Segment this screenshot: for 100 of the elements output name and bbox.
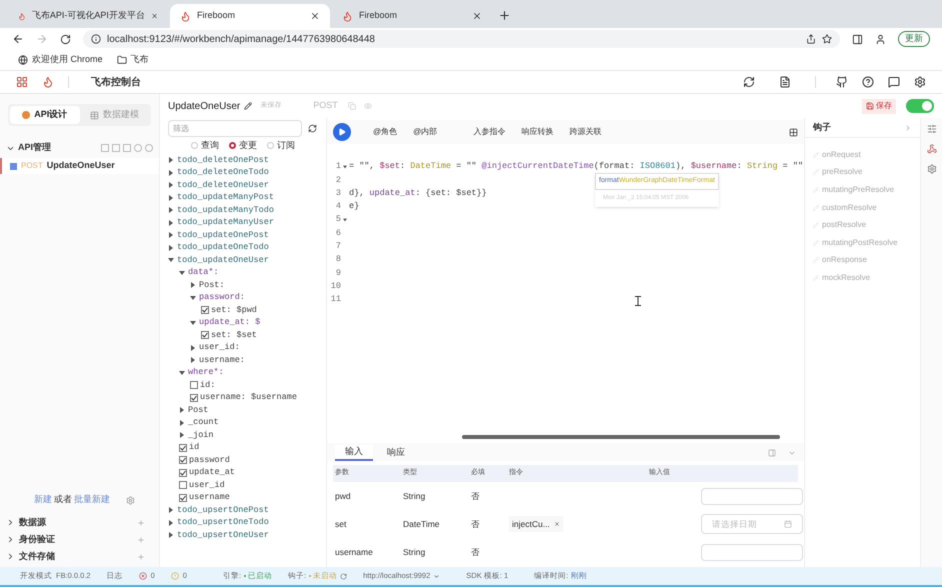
input-field[interactable] xyxy=(701,544,803,560)
panel-tab[interactable]: 响应 xyxy=(377,445,415,461)
checkbox[interactable] xyxy=(179,456,187,464)
tree-item[interactable]: user_id xyxy=(189,478,225,492)
tree-item[interactable]: password: xyxy=(199,291,245,304)
settings-icon[interactable] xyxy=(914,76,926,88)
caret-right-icon[interactable] xyxy=(168,207,174,214)
radio-option[interactable]: 订阅 xyxy=(267,138,295,152)
caret-right-icon[interactable] xyxy=(168,232,174,238)
checkbox[interactable] xyxy=(179,494,187,502)
help-icon[interactable] xyxy=(862,76,874,88)
close-icon[interactable] xyxy=(310,11,320,21)
back-icon[interactable] xyxy=(12,33,24,45)
toolbar-tab[interactable]: 跨源关联 xyxy=(561,126,610,138)
save-button[interactable]: 保存 xyxy=(862,98,896,114)
bookmark[interactable]: 欢迎使用 Chrome xyxy=(18,53,103,67)
tree-item[interactable]: todo_updateOneTodo xyxy=(177,241,269,254)
caret-down-icon[interactable] xyxy=(190,320,196,326)
checkbox[interactable] xyxy=(201,331,209,340)
tree-item[interactable]: todo_updateManyUser xyxy=(177,216,274,230)
browser-tab[interactable]: Fireboom xyxy=(170,4,330,28)
bookmark[interactable]: 飞布 xyxy=(116,53,149,67)
tree-item[interactable]: update_at xyxy=(189,466,235,480)
tree-item[interactable]: todo_updateOneUser xyxy=(177,254,269,267)
tree-item[interactable]: todo_deleteOneTodo xyxy=(177,166,269,180)
tree-item[interactable]: todo_updateManyTodo xyxy=(177,204,274,217)
update-button[interactable]: 更新 xyxy=(898,31,930,47)
tree-item[interactable]: password xyxy=(189,454,230,467)
caret-right-icon[interactable] xyxy=(168,157,174,164)
toolbar-tab[interactable]: 响应转换 xyxy=(513,126,562,138)
checkbox[interactable] xyxy=(179,481,187,490)
bookmark-star-icon[interactable] xyxy=(822,34,832,44)
caret-right-icon[interactable] xyxy=(179,432,185,438)
profile-icon[interactable] xyxy=(875,34,886,44)
caret-down-icon[interactable] xyxy=(179,270,185,276)
hook-icon[interactable] xyxy=(926,144,936,154)
chevron-right-icon[interactable] xyxy=(6,518,15,527)
panel-tab[interactable]: 输入 xyxy=(335,445,373,461)
close-icon[interactable] xyxy=(472,11,482,21)
tree-item[interactable]: _join xyxy=(188,428,214,442)
caret-right-icon[interactable] xyxy=(168,170,174,176)
tree-item[interactable]: id: xyxy=(200,378,216,392)
checkbox[interactable] xyxy=(201,306,209,314)
input-field[interactable] xyxy=(701,488,803,504)
tree-item[interactable]: todo_deleteOnePost xyxy=(177,154,269,167)
refresh-icon[interactable] xyxy=(743,76,755,88)
radio-option[interactable]: 变更 xyxy=(229,138,257,152)
caret-right-icon[interactable] xyxy=(168,194,174,201)
edit-icon[interactable] xyxy=(244,102,252,110)
directive-tag[interactable]: injectCu... xyxy=(509,516,563,532)
reload-icon[interactable] xyxy=(60,34,71,44)
checkbox[interactable] xyxy=(179,444,187,452)
tree-item[interactable]: data*: xyxy=(188,266,219,280)
restart-icon[interactable] xyxy=(340,572,348,580)
checkbox[interactable] xyxy=(179,468,187,477)
caret-right-icon[interactable] xyxy=(190,357,196,364)
side-panel-icon[interactable] xyxy=(852,34,863,44)
tree-item[interactable]: todo_upsertOneUser xyxy=(177,528,269,542)
fold-caret-icon[interactable] xyxy=(343,164,347,169)
toolbar-tab[interactable]: @角色 xyxy=(365,126,406,138)
tree-item[interactable]: where*: xyxy=(188,366,224,380)
caret-right-icon[interactable] xyxy=(168,182,174,188)
caret-right-icon[interactable] xyxy=(168,520,174,526)
tree-item[interactable]: id xyxy=(189,441,200,454)
tree-item[interactable]: username: $username xyxy=(200,391,297,404)
run-button[interactable] xyxy=(333,123,351,141)
caret-right-icon[interactable] xyxy=(190,282,196,288)
sidebar-tab[interactable]: API设计 xyxy=(10,106,80,124)
toolbar-tab[interactable]: @内部 xyxy=(405,126,446,138)
refresh-icon[interactable] xyxy=(308,124,317,133)
sliders-icon[interactable] xyxy=(926,124,936,134)
caret-right-icon[interactable] xyxy=(168,507,174,514)
tree-item[interactable]: todo_updateManyPost xyxy=(177,191,274,204)
fold-caret-icon[interactable] xyxy=(343,218,347,222)
new-tab-icon[interactable] xyxy=(498,9,511,22)
group-label[interactable]: 文件存储 xyxy=(19,550,55,564)
caret-right-icon[interactable] xyxy=(179,420,185,426)
caret-down-icon[interactable] xyxy=(179,370,185,376)
close-icon[interactable] xyxy=(554,521,560,527)
tree-item[interactable]: Post: xyxy=(199,278,225,292)
chevron-right-icon[interactable] xyxy=(6,552,15,561)
browser-tab[interactable]: 飞布API-可视化API开发平台 xyxy=(8,4,168,28)
chevron-right-icon[interactable] xyxy=(6,535,15,544)
grid-icon[interactable] xyxy=(789,128,798,136)
github-icon[interactable] xyxy=(836,76,848,88)
tree-item[interactable]: todo_deleteOneUser xyxy=(177,178,269,192)
caret-right-icon[interactable] xyxy=(179,407,185,414)
caret-down-icon[interactable] xyxy=(190,294,196,301)
tree-item[interactable]: todo_updateOnePost xyxy=(177,228,269,242)
group-label[interactable]: 数据源 xyxy=(19,516,46,530)
caret-right-icon[interactable] xyxy=(168,532,174,538)
toggle-switch[interactable] xyxy=(906,99,934,113)
radio-option[interactable]: 查询 xyxy=(191,138,219,152)
tree-item[interactable]: todo_upsertOnePost xyxy=(177,504,269,517)
filter-field[interactable]: 筛选 xyxy=(168,120,302,137)
browser-tab[interactable]: Fireboom xyxy=(332,4,492,28)
message-icon[interactable] xyxy=(888,76,900,88)
tree-item[interactable]: user_id: xyxy=(199,341,240,354)
tree-item[interactable]: Post xyxy=(188,404,208,417)
caret-down-icon[interactable] xyxy=(168,257,174,264)
